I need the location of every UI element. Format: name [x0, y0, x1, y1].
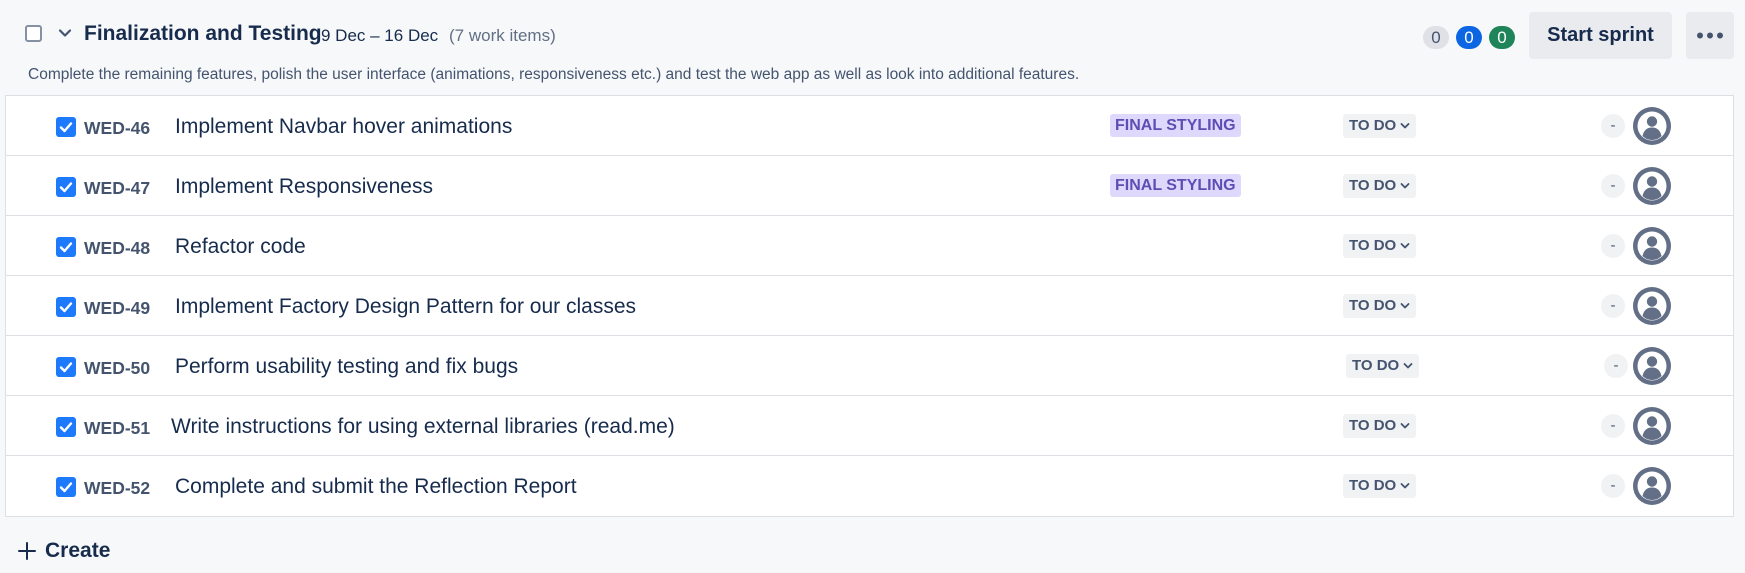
- chevron-down-icon: [1400, 123, 1410, 129]
- status-dropdown[interactable]: TO DO: [1343, 234, 1417, 258]
- unassigned-avatar-icon[interactable]: [1633, 107, 1671, 145]
- plus-icon: [18, 542, 36, 560]
- checkmark-icon: [59, 362, 73, 373]
- status-dropdown[interactable]: TO DO: [1343, 174, 1417, 198]
- status-label: TO DO: [1349, 477, 1397, 494]
- story-points-estimate[interactable]: -: [1601, 474, 1625, 498]
- issue-key[interactable]: WED-52: [84, 478, 150, 499]
- issue-key[interactable]: WED-50: [84, 358, 150, 379]
- create-issue-button[interactable]: Create: [18, 538, 110, 564]
- chevron-down-icon: [1400, 423, 1410, 429]
- issue-checkbox[interactable]: [56, 477, 76, 497]
- issue-summary[interactable]: Perform usability testing and fix bugs: [175, 355, 518, 379]
- chevron-down-icon: [1400, 243, 1410, 249]
- issue-key[interactable]: WED-49: [84, 298, 150, 319]
- done-count-badge: 0: [1489, 26, 1515, 49]
- sprint-work-item-count: (7 work items): [449, 26, 556, 45]
- issue-checkbox[interactable]: [56, 237, 76, 257]
- story-points-estimate[interactable]: -: [1604, 354, 1628, 378]
- issue-row[interactable]: WED-52 Complete and submit the Reflectio…: [6, 456, 1733, 516]
- checkmark-icon: [59, 122, 73, 133]
- status-label: TO DO: [1349, 117, 1397, 134]
- status-dropdown[interactable]: TO DO: [1343, 474, 1417, 498]
- issue-row[interactable]: WED-51 Write instructions for using exte…: [6, 396, 1733, 456]
- status-dropdown[interactable]: TO DO: [1343, 114, 1417, 138]
- issue-summary[interactable]: Implement Responsiveness: [175, 175, 433, 199]
- issue-row[interactable]: WED-48 Refactor code TO DO -: [6, 216, 1733, 276]
- status-dropdown[interactable]: TO DO: [1343, 294, 1417, 318]
- status-label: TO DO: [1352, 357, 1400, 374]
- issue-row[interactable]: WED-50 Perform usability testing and fix…: [6, 336, 1733, 396]
- status-label: TO DO: [1349, 237, 1397, 254]
- chevron-down-icon: [1400, 303, 1410, 309]
- issue-key[interactable]: WED-48: [84, 238, 150, 259]
- issue-row[interactable]: WED-46 Implement Navbar hover animations…: [6, 96, 1733, 156]
- unassigned-avatar-icon[interactable]: [1633, 227, 1671, 265]
- checkmark-icon: [59, 302, 73, 313]
- issue-checkbox[interactable]: [56, 117, 76, 137]
- issue-key[interactable]: WED-46: [84, 118, 150, 139]
- more-actions-button[interactable]: [1686, 12, 1734, 59]
- in-progress-count-badge: 0: [1456, 26, 1482, 49]
- story-points-estimate[interactable]: -: [1601, 234, 1625, 258]
- status-label: TO DO: [1349, 297, 1397, 314]
- unassigned-avatar-icon[interactable]: [1633, 407, 1671, 445]
- checkmark-icon: [59, 242, 73, 253]
- issue-row[interactable]: WED-47 Implement Responsiveness FINAL ST…: [6, 156, 1733, 216]
- todo-count-badge: 0: [1423, 26, 1449, 49]
- status-dropdown[interactable]: TO DO: [1343, 414, 1417, 438]
- status-label: TO DO: [1349, 177, 1397, 194]
- unassigned-avatar-icon[interactable]: [1633, 467, 1671, 505]
- epic-lozenge[interactable]: FINAL STYLING: [1110, 114, 1241, 137]
- unassigned-avatar-icon[interactable]: [1633, 287, 1671, 325]
- sprint-goal: Complete the remaining features, polish …: [28, 66, 1080, 83]
- checkmark-icon: [59, 422, 73, 433]
- sprint-issue-list: WED-46 Implement Navbar hover animations…: [5, 95, 1734, 517]
- start-sprint-button[interactable]: Start sprint: [1529, 12, 1672, 59]
- issue-summary[interactable]: Write instructions for using external li…: [171, 415, 675, 439]
- chevron-down-icon: [1403, 363, 1413, 369]
- issue-summary[interactable]: Complete and submit the Reflection Repor…: [175, 475, 577, 499]
- chevron-down-icon: [1400, 183, 1410, 189]
- unassigned-avatar-icon[interactable]: [1633, 167, 1671, 205]
- chevron-down-icon[interactable]: [58, 26, 72, 40]
- story-points-estimate[interactable]: -: [1601, 114, 1625, 138]
- sprint-dates: 9 Dec – 16 Dec: [321, 26, 439, 45]
- story-points-estimate[interactable]: -: [1601, 414, 1625, 438]
- issue-checkbox[interactable]: [56, 177, 76, 197]
- issue-summary[interactable]: Refactor code: [175, 235, 306, 259]
- epic-lozenge[interactable]: FINAL STYLING: [1110, 174, 1241, 197]
- issue-key[interactable]: WED-51: [84, 418, 150, 439]
- issue-row[interactable]: WED-49 Implement Factory Design Pattern …: [6, 276, 1733, 336]
- sprint-select-checkbox[interactable]: [25, 25, 42, 42]
- sprint-header: Finalization and Testing 9 Dec – 16 Dec …: [0, 0, 1745, 83]
- issue-checkbox[interactable]: [56, 297, 76, 317]
- story-points-estimate[interactable]: -: [1601, 294, 1625, 318]
- story-points-estimate[interactable]: -: [1601, 174, 1625, 198]
- issue-key[interactable]: WED-47: [84, 178, 150, 199]
- create-label: Create: [45, 539, 111, 562]
- checkmark-icon: [59, 482, 73, 493]
- chevron-down-icon: [1400, 483, 1410, 489]
- issue-checkbox[interactable]: [56, 357, 76, 377]
- issue-summary[interactable]: Implement Navbar hover animations: [175, 115, 512, 139]
- issue-checkbox[interactable]: [56, 417, 76, 437]
- more-horizontal-icon: [1697, 32, 1723, 39]
- checkmark-icon: [59, 182, 73, 193]
- issue-summary[interactable]: Implement Factory Design Pattern for our…: [175, 295, 636, 319]
- sprint-title: Finalization and Testing: [84, 22, 322, 45]
- status-dropdown[interactable]: TO DO: [1346, 354, 1420, 378]
- status-label: TO DO: [1349, 417, 1397, 434]
- unassigned-avatar-icon[interactable]: [1633, 347, 1671, 385]
